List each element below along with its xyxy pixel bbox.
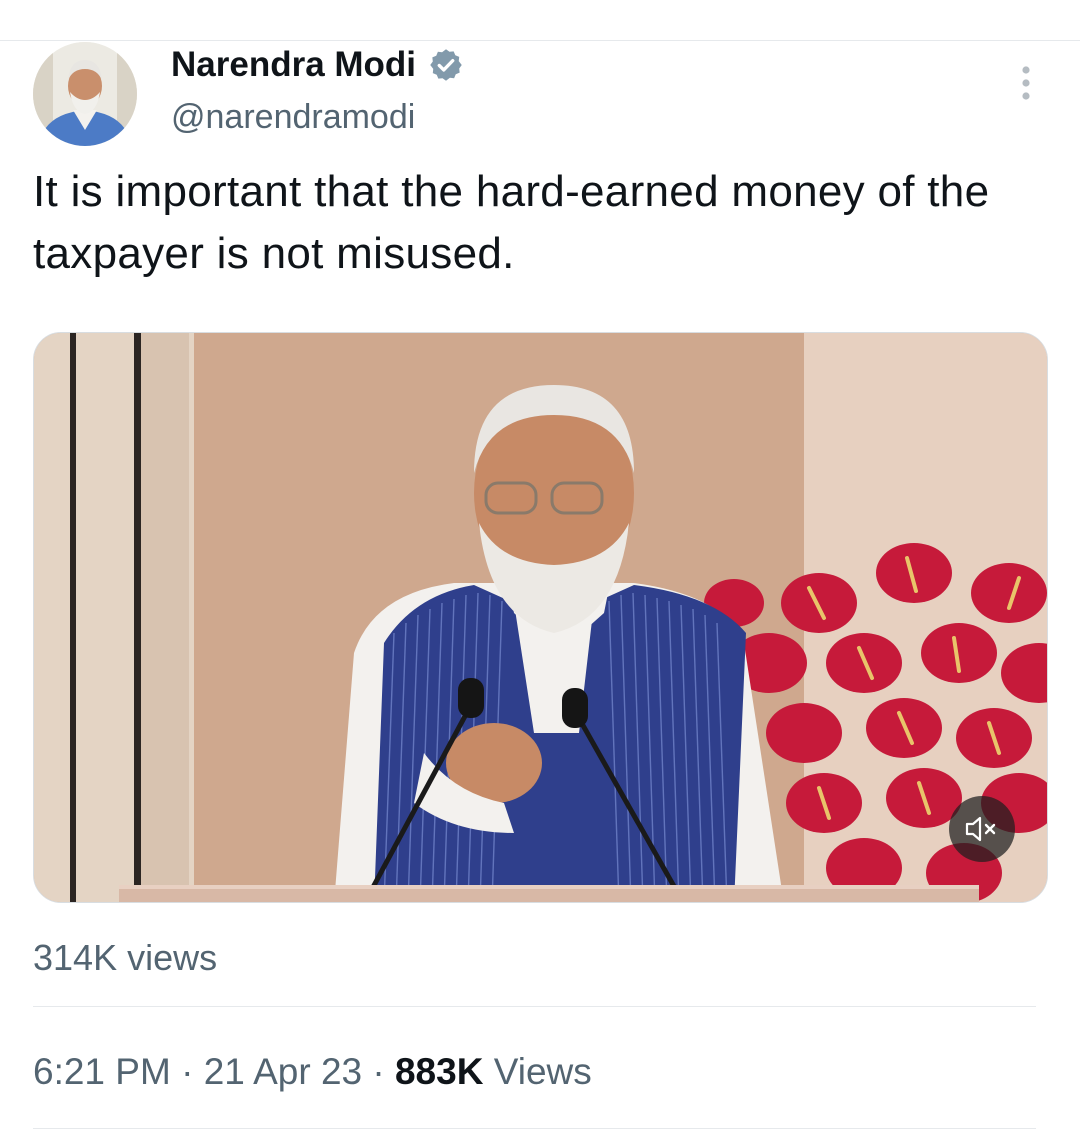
author-handle[interactable]: @narendramodi bbox=[171, 97, 415, 137]
divider bbox=[33, 1006, 1036, 1007]
author-name-row[interactable]: Narendra Modi bbox=[171, 44, 464, 86]
video-player[interactable] bbox=[33, 332, 1048, 903]
video-frame bbox=[34, 333, 1047, 902]
author-name[interactable]: Narendra Modi bbox=[171, 44, 416, 86]
tweet-meta: 6:21 PM · 21 Apr 23 · 883K Views bbox=[33, 1049, 592, 1095]
mute-button[interactable] bbox=[949, 796, 1015, 862]
video-view-count: 314K views bbox=[33, 937, 218, 978]
more-vertical-icon[interactable] bbox=[1012, 64, 1040, 104]
meta-separator: · bbox=[372, 1051, 385, 1092]
meta-separator: · bbox=[181, 1051, 194, 1092]
top-divider bbox=[0, 40, 1080, 41]
speaker-muted-icon bbox=[965, 815, 999, 843]
tweet-date[interactable]: 21 Apr 23 bbox=[204, 1051, 362, 1092]
verified-badge-icon[interactable] bbox=[428, 47, 464, 83]
tweet-text: It is important that the hard-earned mon… bbox=[33, 167, 990, 278]
avatar[interactable] bbox=[33, 42, 137, 146]
tweet-time[interactable]: 6:21 PM bbox=[33, 1051, 171, 1092]
views-label[interactable]: Views bbox=[494, 1051, 592, 1092]
divider bbox=[33, 1128, 1036, 1129]
views-count[interactable]: 883K bbox=[395, 1051, 483, 1092]
